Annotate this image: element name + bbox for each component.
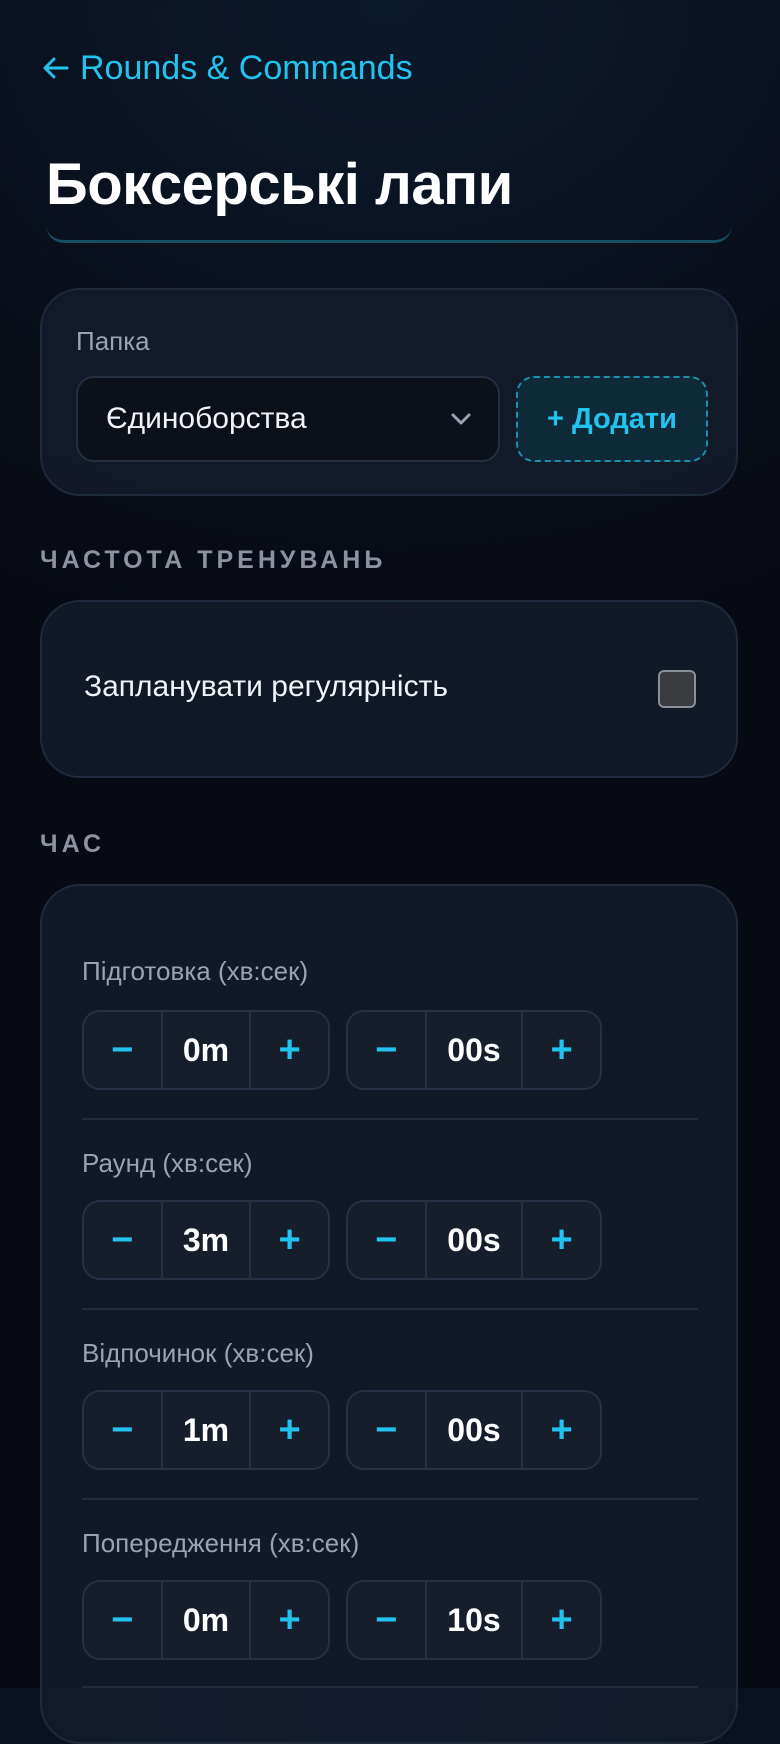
schedule-checkbox[interactable] bbox=[658, 670, 696, 708]
round-minutes-value: 3m bbox=[160, 1202, 252, 1278]
rest-minutes-increment-button[interactable]: + bbox=[251, 1392, 328, 1468]
title-field[interactable]: Боксерські лапи bbox=[46, 150, 732, 243]
frequency-section-title: ЧАСТОТА ТРЕНУВАНЬ bbox=[40, 546, 387, 574]
round-minutes-increment-button[interactable]: + bbox=[251, 1202, 328, 1278]
divider bbox=[82, 1118, 698, 1120]
round-minutes-decrement-button[interactable]: − bbox=[84, 1202, 161, 1278]
add-folder-button[interactable]: + Додати bbox=[516, 376, 708, 462]
back-link-label: Rounds & Commands bbox=[80, 48, 413, 87]
warning-minutes-increment-button[interactable]: + bbox=[251, 1582, 328, 1658]
rest-label: Відпочинок (хв:сек) bbox=[82, 1338, 314, 1368]
frequency-card: Запланувати регулярність bbox=[40, 600, 738, 778]
prep-seconds-value: 00s bbox=[424, 1012, 524, 1088]
page-title[interactable]: Боксерські лапи bbox=[46, 150, 732, 220]
prep-label: Підготовка (хв:сек) bbox=[82, 956, 309, 986]
folder-card: Папка Єдиноборства + Додати bbox=[40, 288, 738, 496]
warning-minutes-decrement-button[interactable]: − bbox=[84, 1582, 161, 1658]
warning-seconds-value: 10s bbox=[424, 1582, 524, 1658]
prep-seconds-stepper: − 00s + bbox=[346, 1010, 602, 1090]
time-card: Підготовка (хв:сек) − 0m + − 00s + Раунд… bbox=[40, 884, 738, 1744]
rest-seconds-increment-button[interactable]: + bbox=[523, 1392, 600, 1468]
schedule-label: Запланувати регулярність bbox=[84, 670, 448, 703]
rest-minutes-value: 1m bbox=[160, 1392, 252, 1468]
rest-seconds-stepper: − 00s + bbox=[346, 1390, 602, 1470]
round-seconds-stepper: − 00s + bbox=[346, 1200, 602, 1280]
rest-seconds-decrement-button[interactable]: − bbox=[348, 1392, 425, 1468]
back-link[interactable]: Rounds & Commands bbox=[40, 46, 413, 90]
folder-select[interactable]: Єдиноборства bbox=[76, 376, 500, 462]
prep-minutes-decrement-button[interactable]: − bbox=[84, 1012, 161, 1088]
time-section-title: ЧАС bbox=[40, 830, 106, 858]
warning-seconds-stepper: − 10s + bbox=[346, 1580, 602, 1660]
folder-label: Папка bbox=[76, 326, 150, 356]
round-minutes-stepper: − 3m + bbox=[82, 1200, 330, 1280]
warning-seconds-increment-button[interactable]: + bbox=[523, 1582, 600, 1658]
round-seconds-decrement-button[interactable]: − bbox=[348, 1202, 425, 1278]
round-seconds-value: 00s bbox=[424, 1202, 524, 1278]
rest-seconds-value: 00s bbox=[424, 1392, 524, 1468]
prep-minutes-increment-button[interactable]: + bbox=[251, 1012, 328, 1088]
divider bbox=[82, 1498, 698, 1500]
round-seconds-increment-button[interactable]: + bbox=[523, 1202, 600, 1278]
warning-minutes-value: 0m bbox=[160, 1582, 252, 1658]
folder-select-value: Єдиноборства bbox=[106, 402, 307, 435]
rest-minutes-stepper: − 1m + bbox=[82, 1390, 330, 1470]
warning-seconds-decrement-button[interactable]: − bbox=[348, 1582, 425, 1658]
prep-minutes-value: 0m bbox=[160, 1012, 252, 1088]
chevron-down-icon bbox=[451, 413, 471, 425]
prep-seconds-increment-button[interactable]: + bbox=[523, 1012, 600, 1088]
round-label: Раунд (хв:сек) bbox=[82, 1148, 253, 1178]
prep-minutes-stepper: − 0m + bbox=[82, 1010, 330, 1090]
warning-minutes-stepper: − 0m + bbox=[82, 1580, 330, 1660]
prep-seconds-decrement-button[interactable]: − bbox=[348, 1012, 425, 1088]
divider bbox=[82, 1308, 698, 1310]
arrow-left-icon bbox=[43, 57, 69, 79]
warning-label: Попередження (хв:сек) bbox=[82, 1528, 360, 1558]
rest-minutes-decrement-button[interactable]: − bbox=[84, 1392, 161, 1468]
